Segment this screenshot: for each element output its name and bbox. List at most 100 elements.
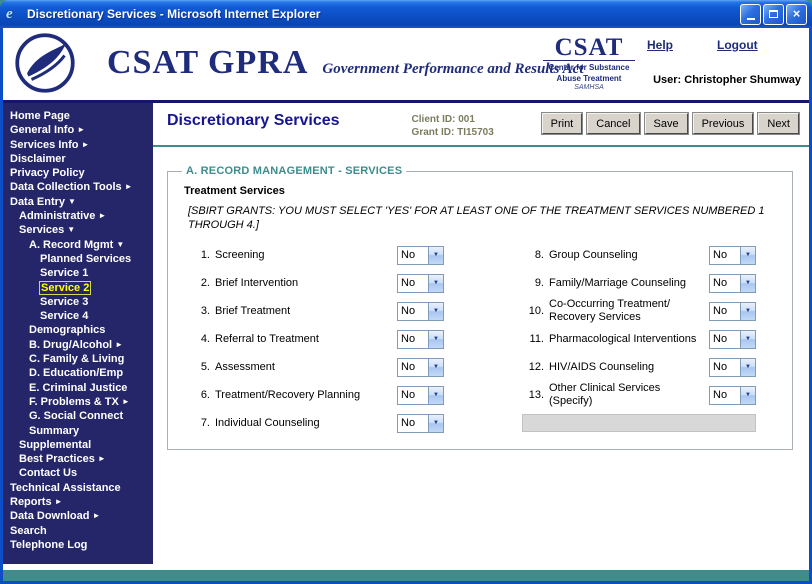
brand-title: CSAT GPRA — [107, 44, 308, 82]
sidebar-item-data-collection-tools[interactable]: Data Collection Tools► — [3, 180, 153, 194]
dropdown-value: No — [710, 277, 740, 289]
other-clinical-services-specify-dropdown[interactable]: No▼ — [709, 386, 756, 405]
referral-to-treatment-dropdown[interactable]: No▼ — [397, 330, 444, 349]
sidebar-item-services[interactable]: Services▼ — [3, 223, 153, 237]
sidebar-item-search[interactable]: Search — [3, 524, 153, 538]
sidebar-item-disclaimer[interactable]: Disclaimer — [3, 152, 153, 166]
sidebar-item-services-info[interactable]: Services Info► — [3, 138, 153, 152]
sidebar-item-a-record-mgmt[interactable]: A. Record Mgmt▼ — [3, 238, 153, 252]
user-label: User: Christopher Shumway — [653, 74, 801, 86]
service-number: 13. — [522, 389, 544, 401]
save-button[interactable]: Save — [645, 113, 688, 134]
sidebar-item-administrative[interactable]: Administrative► — [3, 209, 153, 223]
individual-counseling-dropdown[interactable]: No▼ — [397, 414, 444, 433]
logout-link[interactable]: Logout — [717, 38, 758, 52]
dropdown-arrow-icon: ▼ — [740, 387, 755, 404]
family-marriage-counseling-dropdown[interactable]: No▼ — [709, 274, 756, 293]
help-link[interactable]: Help — [647, 38, 673, 52]
pharmacological-interventions-dropdown[interactable]: No▼ — [709, 330, 756, 349]
sidebar-item-contact-us[interactable]: Contact Us — [3, 466, 153, 480]
sidebar-item-label: E. Criminal Justice — [29, 382, 127, 394]
service-label: Pharmacological Interventions — [549, 333, 709, 346]
sidebar-item-planned-services[interactable]: Planned Services — [3, 252, 153, 266]
sidebar-item-general-info[interactable]: General Info► — [3, 123, 153, 137]
toolbar: PrintCancel SavePreviousNext — [542, 113, 799, 134]
service-row-hiv-aids-counseling: 12.HIV/AIDS CounselingNo▼ — [522, 353, 756, 381]
service-label: Family/Marriage Counseling — [549, 277, 709, 290]
sidebar-item-best-practices[interactable]: Best Practices► — [3, 452, 153, 466]
sidebar-item-data-entry[interactable]: Data Entry▼ — [3, 195, 153, 209]
dropdown-value: No — [710, 333, 740, 345]
minimize-button[interactable] — [740, 4, 761, 25]
sidebar-item-e-criminal-justice[interactable]: E. Criminal Justice — [3, 381, 153, 395]
group-counseling-dropdown[interactable]: No▼ — [709, 246, 756, 265]
services-form: 1.ScreeningNo▼2.Brief InterventionNo▼3.B… — [188, 241, 782, 437]
window-title: Discretionary Services - Microsoft Inter… — [27, 7, 740, 21]
sidebar-item-d-education-emp[interactable]: D. Education/Emp — [3, 366, 153, 380]
section-subtitle: Treatment Services — [184, 185, 782, 197]
co-occurring-treatment-recovery-services-dropdown[interactable]: No▼ — [709, 302, 756, 321]
section-legend: A. RECORD MANAGEMENT - SERVICES — [182, 165, 406, 177]
sidebar-item-c-family-living[interactable]: C. Family & Living — [3, 352, 153, 366]
treatment-recovery-planning-dropdown[interactable]: No▼ — [397, 386, 444, 405]
sidebar-item-g-social-connect[interactable]: G. Social Connect — [3, 409, 153, 423]
sidebar-item-privacy-policy[interactable]: Privacy Policy — [3, 166, 153, 180]
chevron-right-icon: ► — [98, 211, 106, 220]
grant-id-label: Grant ID: TI15703 — [412, 126, 494, 139]
assessment-dropdown[interactable]: No▼ — [397, 358, 444, 377]
dropdown-arrow-icon: ▼ — [740, 247, 755, 264]
window-frame: CSAT GPRA Government Performance and Res… — [0, 28, 812, 584]
window-titlebar[interactable]: e Discretionary Services - Microsoft Int… — [0, 0, 812, 28]
maximize-button[interactable] — [763, 4, 784, 25]
sidebar-item-service-4[interactable]: Service 4 — [3, 309, 153, 323]
brief-treatment-dropdown[interactable]: No▼ — [397, 302, 444, 321]
dropdown-value: No — [398, 277, 428, 289]
cancel-button[interactable]: Cancel — [587, 113, 639, 134]
sidebar-item-f-problems-tx[interactable]: F. Problems & TX► — [3, 395, 153, 409]
dropdown-arrow-icon: ▼ — [428, 387, 443, 404]
sidebar-item-technical-assistance[interactable]: Technical Assistance — [3, 481, 153, 495]
service-number: 4. — [188, 333, 210, 345]
sidebar-item-service-3[interactable]: Service 3 — [3, 295, 153, 309]
sidebar-item-service-2[interactable]: Service 2 — [3, 281, 153, 295]
sidebar-item-label: Privacy Policy — [10, 167, 85, 179]
internet-explorer-icon: e — [6, 6, 22, 22]
sidebar-item-reports[interactable]: Reports► — [3, 495, 153, 509]
sidebar-item-demographics[interactable]: Demographics — [3, 323, 153, 337]
header-links: Help Logout — [647, 38, 758, 52]
service-label: Screening — [215, 249, 397, 262]
service-label: Assessment — [215, 361, 397, 374]
dropdown-arrow-icon: ▼ — [740, 275, 755, 292]
sidebar-item-b-drug-alcohol[interactable]: B. Drug/Alcohol► — [3, 338, 153, 352]
service-label: Brief Intervention — [215, 277, 397, 290]
hiv-aids-counseling-dropdown[interactable]: No▼ — [709, 358, 756, 377]
footer-teal-bar — [3, 570, 809, 581]
sidebar-item-home-page[interactable]: Home Page — [3, 109, 153, 123]
sidebar-item-data-download[interactable]: Data Download► — [3, 509, 153, 523]
print-button[interactable]: Print — [542, 113, 583, 134]
sidebar-item-supplemental[interactable]: Supplemental — [3, 438, 153, 452]
dropdown-value: No — [398, 333, 428, 345]
minimize-icon — [747, 18, 755, 20]
service-row-individual-counseling: 7.Individual CounselingNo▼ — [188, 409, 444, 437]
sidebar-item-service-1[interactable]: Service 1 — [3, 266, 153, 280]
sidebar-item-summary[interactable]: Summary — [3, 424, 153, 438]
service-label: HIV/AIDS Counseling — [549, 361, 709, 374]
sidebar-item-label: Technical Assistance — [10, 482, 121, 494]
brief-intervention-dropdown[interactable]: No▼ — [397, 274, 444, 293]
other-clinical-services-input[interactable] — [522, 414, 756, 432]
previous-button[interactable]: Previous — [693, 113, 754, 134]
service-label: Referral to Treatment — [215, 333, 397, 346]
service-number: 9. — [522, 277, 544, 289]
csat-logo-line2: Abuse Treatment — [543, 74, 635, 83]
teal-divider — [153, 145, 809, 147]
samhsa-label: SAMHSA — [543, 84, 635, 91]
chevron-right-icon: ► — [92, 511, 100, 520]
close-button[interactable]: × — [786, 4, 807, 25]
content-top-bar: Discretionary Services Client ID: 001 Gr… — [153, 103, 809, 140]
screening-dropdown[interactable]: No▼ — [397, 246, 444, 265]
sidebar-item-label: Reports — [10, 496, 52, 508]
sidebar-item-telephone-log[interactable]: Telephone Log — [3, 538, 153, 552]
dropdown-value: No — [710, 389, 740, 401]
next-button[interactable]: Next — [758, 113, 799, 134]
